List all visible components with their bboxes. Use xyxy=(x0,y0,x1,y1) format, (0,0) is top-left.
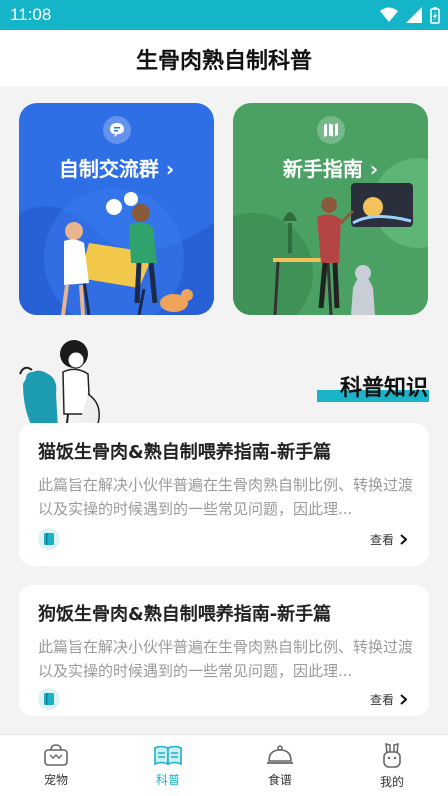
tab-profile[interactable]: 我的 xyxy=(336,735,448,796)
dog-and-girl-illustration xyxy=(19,340,100,433)
section-title: 科普知识 xyxy=(339,376,428,401)
book-icon xyxy=(38,528,60,550)
article-summary: 此篇旨在解决小伙伴普遍在生骨肉熟自制比例、转换过渡以及实操的时候遇到的一些常见问… xyxy=(38,476,413,518)
pet-bag-icon xyxy=(44,744,68,766)
tab-pets-label: 宠物 xyxy=(43,773,68,787)
bottom-tab-bar: 宠物 科普 食谱 我的 xyxy=(0,734,448,796)
chevron-right-icon xyxy=(400,694,407,705)
view-label: 查看 xyxy=(369,533,394,547)
battery-icon xyxy=(430,6,440,24)
article-card[interactable]: 狗饭生骨肉&熟自制喂养指南-新手篇 此篇旨在解决小伙伴普遍在生骨肉熟自制比例、转… xyxy=(19,585,429,716)
wifi-icon xyxy=(380,7,398,22)
article-title: 狗饭生骨肉&熟自制喂养指南-新手篇 xyxy=(38,604,332,625)
map-icon xyxy=(316,116,345,144)
chevron-right-icon xyxy=(400,534,407,545)
beginner-guide-card[interactable]: 新手指南 › xyxy=(233,103,428,315)
group-chat-label: 自制交流群 › xyxy=(58,157,175,181)
tab-science[interactable]: 科普 xyxy=(112,735,224,796)
article-card[interactable]: 猫饭生骨肉&熟自制喂养指南-新手篇 此篇旨在解决小伙伴普遍在生骨肉熟自制比例、转… xyxy=(19,423,429,566)
tab-pets[interactable]: 宠物 xyxy=(0,735,112,796)
view-article-link[interactable]: 查看 xyxy=(370,531,407,548)
group-chat-card[interactable]: 自制交流群 › xyxy=(19,103,214,315)
status-bar: 11:08 xyxy=(0,0,448,30)
tab-profile-label: 我的 xyxy=(379,775,404,789)
food-cloche-icon xyxy=(267,745,293,764)
status-time: 11:08 xyxy=(10,5,52,24)
beginner-guide-label: 新手指南 › xyxy=(282,157,379,181)
article-title: 猫饭生骨肉&熟自制喂养指南-新手篇 xyxy=(38,442,332,463)
title-bar: 生骨肉熟自制科普 xyxy=(0,30,448,86)
article-summary: 此篇旨在解决小伙伴普遍在生骨肉熟自制比例、转换过渡以及实操的时候遇到的一些常见问… xyxy=(38,638,413,680)
tab-recipes[interactable]: 食谱 xyxy=(224,735,336,796)
signal-icon xyxy=(406,7,422,23)
view-label: 查看 xyxy=(369,693,394,707)
view-article-link[interactable]: 查看 xyxy=(370,691,407,708)
status-icons xyxy=(380,5,440,25)
book-icon xyxy=(154,745,182,766)
tab-science-label: 科普 xyxy=(155,773,180,787)
page-title: 生骨肉熟自制科普 xyxy=(135,49,312,74)
chat-bubble-icon xyxy=(102,116,131,144)
book-icon xyxy=(38,688,60,710)
rabbit-profile-icon xyxy=(383,743,401,768)
tab-recipes-label: 食谱 xyxy=(267,773,292,787)
